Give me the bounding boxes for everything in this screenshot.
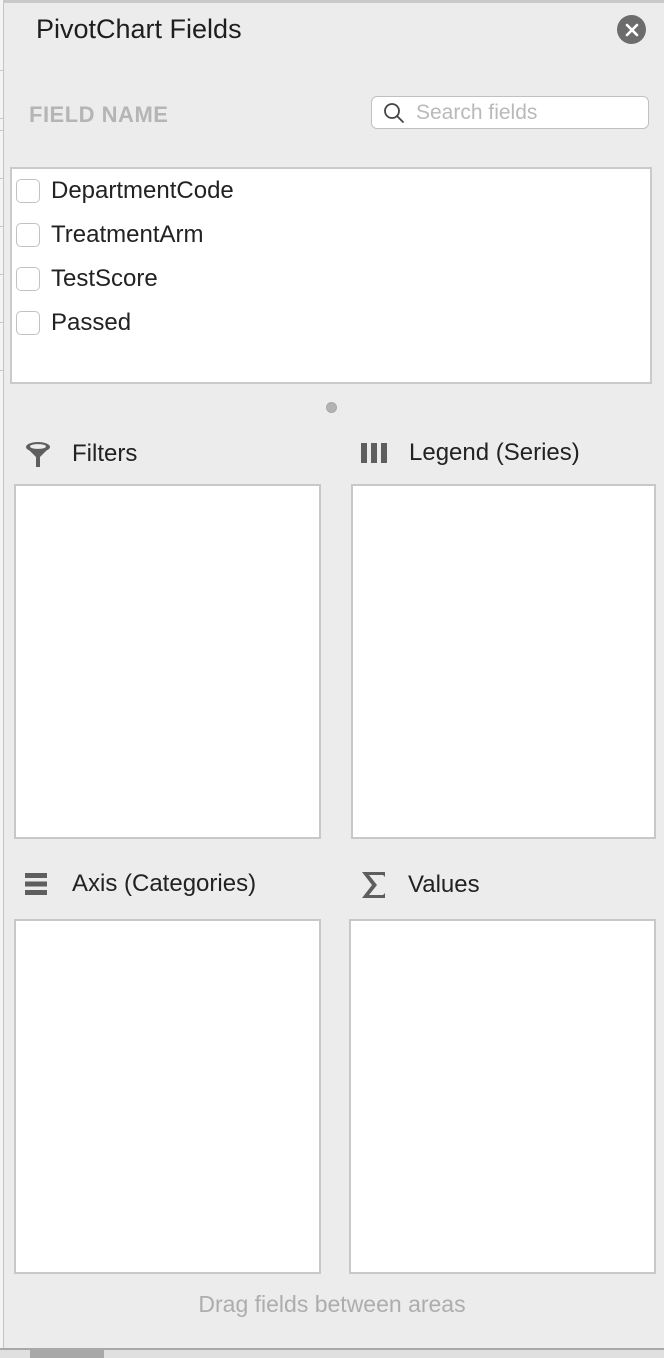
axis-area-header: Axis (Categories) [24, 870, 256, 898]
field-item-departmentcode[interactable]: DepartmentCode [16, 176, 234, 206]
axis-label: Axis (Categories) [72, 870, 257, 897]
field-checkbox[interactable] [16, 179, 40, 203]
filter-funnel-icon [26, 442, 50, 467]
field-checkbox[interactable] [16, 311, 40, 335]
search-fields-input[interactable] [414, 99, 638, 126]
field-item-passed[interactable]: Passed [16, 308, 131, 338]
field-checkbox[interactable] [16, 223, 40, 247]
values-label: Values [408, 871, 480, 898]
legend-area-header: Legend (Series) [360, 439, 580, 467]
field-list: DepartmentCode TreatmentArm TestScore Pa… [10, 167, 652, 384]
axis-rows-icon [25, 873, 47, 895]
field-item-testscore[interactable]: TestScore [16, 264, 158, 294]
axis-drop-zone[interactable] [14, 919, 321, 1274]
close-button[interactable] [617, 15, 646, 44]
values-area-header: Values [360, 870, 480, 900]
sigma-icon [362, 872, 385, 898]
search-box[interactable] [371, 96, 649, 129]
panel-title: PivotChart Fields [36, 14, 242, 44]
field-checkbox[interactable] [16, 267, 40, 291]
legend-columns-icon [361, 443, 387, 463]
legend-drop-zone[interactable] [351, 484, 656, 839]
field-label: Passed [51, 309, 132, 336]
splitter-handle[interactable] [326, 402, 337, 413]
field-name-header: FIELD NAME [29, 102, 169, 127]
filters-drop-zone[interactable] [14, 484, 321, 839]
field-item-treatmentarm[interactable]: TreatmentArm [16, 220, 203, 250]
scrollbar-thumb[interactable] [30, 1350, 104, 1358]
filters-label: Filters [72, 440, 138, 467]
legend-label: Legend (Series) [409, 439, 580, 466]
field-label: TestScore [51, 265, 158, 292]
drag-hint: Drag fields between areas [198, 1291, 466, 1317]
search-icon [384, 102, 404, 123]
field-label: DepartmentCode [51, 177, 234, 204]
close-icon [625, 23, 638, 36]
values-drop-zone[interactable] [349, 919, 656, 1274]
horizontal-scrollbar[interactable] [0, 1348, 664, 1358]
field-label: TreatmentArm [51, 221, 204, 248]
filters-area-header: Filters [23, 439, 137, 469]
